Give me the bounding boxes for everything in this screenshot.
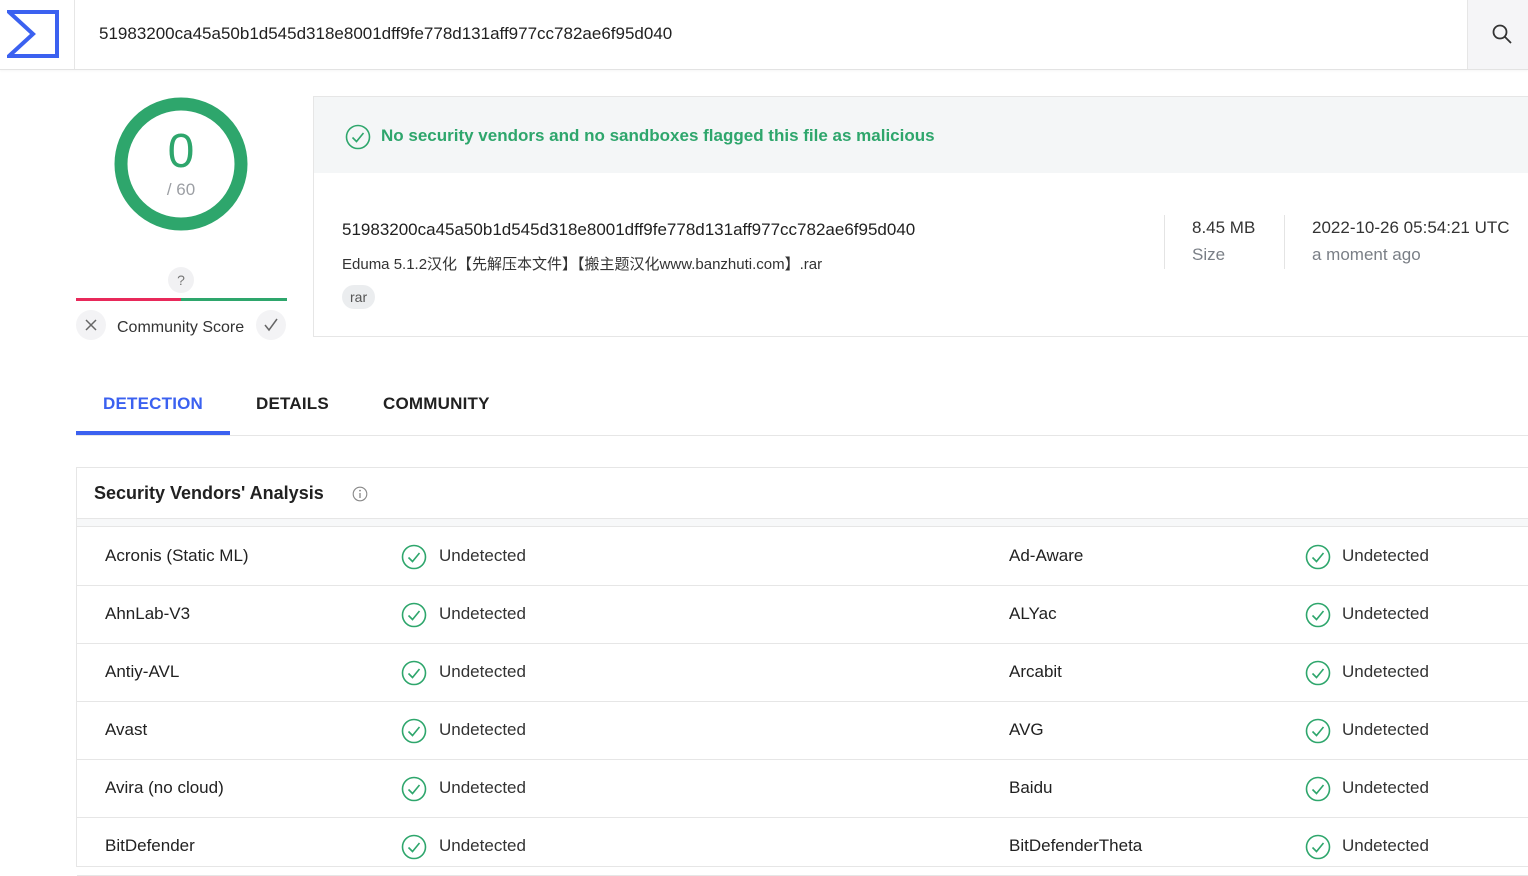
check-circle-icon <box>401 660 427 686</box>
check-circle-icon <box>1305 602 1331 628</box>
check-circle-icon <box>401 776 427 802</box>
check-circle-icon <box>1305 544 1331 570</box>
check-circle-icon <box>401 834 427 860</box>
vendor-status: Undetected <box>439 546 526 565</box>
panel-header: Security Vendors' Analysis <box>77 468 1528 519</box>
vendor-name: BitDefenderTheta <box>1009 836 1143 855</box>
vendor-status: Undetected <box>1342 778 1429 797</box>
verdict-text: No security vendors and no sandboxes fla… <box>381 126 935 145</box>
scan-date-value: 2022-10-26 05:54:21 UTC <box>1312 218 1510 237</box>
vendor-name: Acronis (Static ML) <box>105 546 249 565</box>
check-circle-icon <box>1305 660 1331 686</box>
community-score-bar-positive <box>181 298 287 301</box>
file-type-tag[interactable]: rar <box>342 285 376 309</box>
check-circle-icon <box>401 544 427 570</box>
status-icon <box>401 544 427 575</box>
file-summary-card: No security vendors and no sandboxes fla… <box>313 96 1528 337</box>
vendor-name: AVG <box>1009 720 1044 739</box>
check-circle-icon <box>345 124 371 150</box>
status-icon <box>1305 834 1331 865</box>
vendor-status: Undetected <box>1342 720 1429 739</box>
vendor-row: BitDefender Undetected BitDefenderTheta Und… <box>77 817 1528 876</box>
info-icon[interactable] <box>352 486 368 502</box>
vendor-row: Acronis (Static ML) Undetected Ad-Aware Und… <box>77 527 1528 586</box>
vendor-row: Antiy-AVL Undetected Arcabit Undetected <box>77 643 1528 702</box>
scan-date-relative: a moment ago <box>1312 245 1421 264</box>
vendor-name: AhnLab-V3 <box>105 604 191 623</box>
file-name: Eduma 5.1.2汉化【先解压本文件】【搬主题汉化www.banzhuti.… <box>342 256 823 273</box>
vendor-status: Undetected <box>439 604 526 623</box>
check-circle-icon <box>1305 718 1331 744</box>
vendor-status: Undetected <box>439 662 526 681</box>
status-icon <box>401 602 427 633</box>
security-vendors-panel: Security Vendors' Analysis Acronis (Stat… <box>76 467 1528 876</box>
tab-details[interactable]: DETAILS <box>256 394 329 414</box>
file-size-value: 8.45 MB <box>1192 218 1256 237</box>
vendor-status: Undetected <box>1342 546 1429 565</box>
vendor-status: Undetected <box>439 836 526 855</box>
status-icon <box>1305 776 1331 807</box>
panel-title: Security Vendors' Analysis <box>94 483 324 503</box>
status-icon <box>401 718 427 749</box>
vendor-name: ALYac <box>1009 604 1057 623</box>
vendor-row: Avast Undetected AVG Undetected <box>77 701 1528 760</box>
community-score-value: ? <box>168 267 194 293</box>
vendor-row: AhnLab-V3 Undetected ALYac Undetected <box>77 585 1528 644</box>
divider <box>1284 215 1285 269</box>
community-score-label: Community Score <box>117 319 245 336</box>
detection-count: 0 <box>167 125 195 178</box>
top-bar <box>0 0 1528 70</box>
file-hash: 51983200ca45a50b1d545d318e8001dff9fe778d… <box>342 220 916 239</box>
check-circle-icon <box>1305 776 1331 802</box>
verdict-banner: No security vendors and no sandboxes fla… <box>314 97 1528 173</box>
check-icon <box>264 318 278 332</box>
vendor-status: Undetected <box>1342 662 1429 681</box>
search-icon <box>1492 24 1512 44</box>
check-circle-icon <box>1305 834 1331 860</box>
virustotal-logo[interactable] <box>0 0 75 69</box>
search-button[interactable] <box>1467 0 1528 69</box>
status-icon <box>1305 544 1331 575</box>
check-circle-icon <box>401 602 427 628</box>
status-icon <box>401 776 427 807</box>
status-icon <box>1305 660 1331 691</box>
vendor-name: Avira (no cloud) <box>105 778 224 797</box>
tab-detection[interactable]: DETECTION <box>103 394 203 414</box>
detection-total: / 60 <box>166 180 196 199</box>
tabs-divider <box>76 435 1528 436</box>
vendor-name: Antiy-AVL <box>105 662 180 681</box>
vendor-status: Undetected <box>439 720 526 739</box>
status-icon <box>1305 718 1331 749</box>
check-circle-icon <box>401 718 427 744</box>
status-icon <box>401 834 427 865</box>
community-score-bar-negative <box>76 298 181 301</box>
status-icon <box>1305 602 1331 633</box>
panel-spacer <box>77 519 1528 527</box>
vote-harmful-button[interactable] <box>76 310 106 340</box>
vendor-row: Avira (no cloud) Undetected Baidu Undetecte… <box>77 759 1528 818</box>
search-input[interactable] <box>75 0 1465 68</box>
vote-harmless-button[interactable] <box>256 310 286 340</box>
vendor-status: Undetected <box>1342 836 1429 855</box>
status-icon <box>401 660 427 691</box>
close-icon <box>85 319 97 331</box>
vendor-name: Baidu <box>1009 778 1053 797</box>
vendor-status: Undetected <box>1342 604 1429 623</box>
vendor-status: Undetected <box>439 778 526 797</box>
vendor-name: Ad-Aware <box>1009 546 1084 565</box>
vendor-name: BitDefender <box>105 836 195 855</box>
vendor-name: Arcabit <box>1009 662 1062 681</box>
file-size-label: Size <box>1192 245 1226 264</box>
vendor-name: Avast <box>105 720 148 739</box>
tab-community[interactable]: COMMUNITY <box>383 394 490 414</box>
logo-icon <box>7 10 59 58</box>
divider <box>1164 215 1165 269</box>
